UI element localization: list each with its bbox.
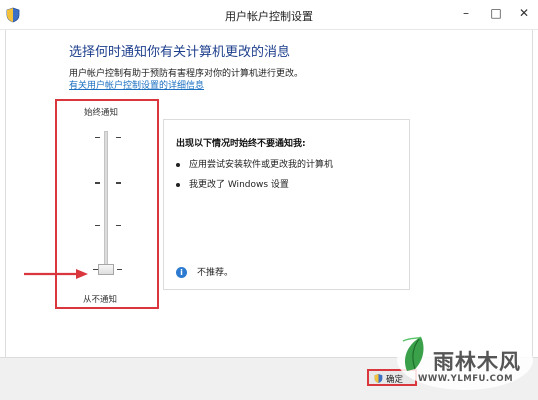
bullet-dot [176,162,180,167]
slider-bottom-label: 从不通知 [83,295,118,305]
close-button[interactable]: ✕ [514,4,534,22]
bullet-text: 我更改了 Windows 设置 [189,180,289,190]
slider-tick [95,225,100,226]
slider-tick [95,137,100,138]
slider-top-label: 始终通知 [84,108,119,118]
uac-shield-icon [374,374,383,383]
minimize-button[interactable]: – [456,4,476,22]
slider-thumb[interactable] [98,264,114,275]
slider-track[interactable] [104,131,108,271]
info-icon: i [176,267,187,278]
bullet-item: 我更改了 Windows 设置 [176,177,289,190]
red-arrow-icon [24,269,88,279]
watermark-url: WWW.YLMFU.COM [418,374,514,384]
bullet-item: 应用尝试安装软件或更改我的计算机 [176,157,333,170]
watermark-title: 雨林木风 [433,349,521,374]
slider-tick [116,225,121,226]
slider-tick [116,137,121,138]
page-heading: 选择何时通知你有关计算机更改的消息 [69,45,291,60]
description-panel: 出现以下情况时始终不要通知我: 应用尝试安装软件或更改我的计算机 我更改了 Wi… [163,119,410,290]
title-bar: 用户帐户控制设置 – □ ✕ [0,0,538,30]
watermark-logo: 雨林木风 WWW.YLMFU.COM [395,327,535,393]
bullet-text: 应用尝试安装软件或更改我的计算机 [189,160,334,170]
bullet-dot [176,182,180,187]
panel-title: 出现以下情况时始终不要通知我: [176,139,306,149]
slider-tick [95,182,100,184]
slider-tick [117,269,122,270]
learn-more-link[interactable]: 有关用户帐户控制设置的详细信息 [69,78,204,91]
slider-tick [116,182,121,184]
window-frame-left [0,30,6,400]
note-text: 不推荐。 [197,268,234,278]
maximize-button[interactable]: □ [486,4,506,22]
recommendation-note: i 不推荐。 [176,265,233,278]
